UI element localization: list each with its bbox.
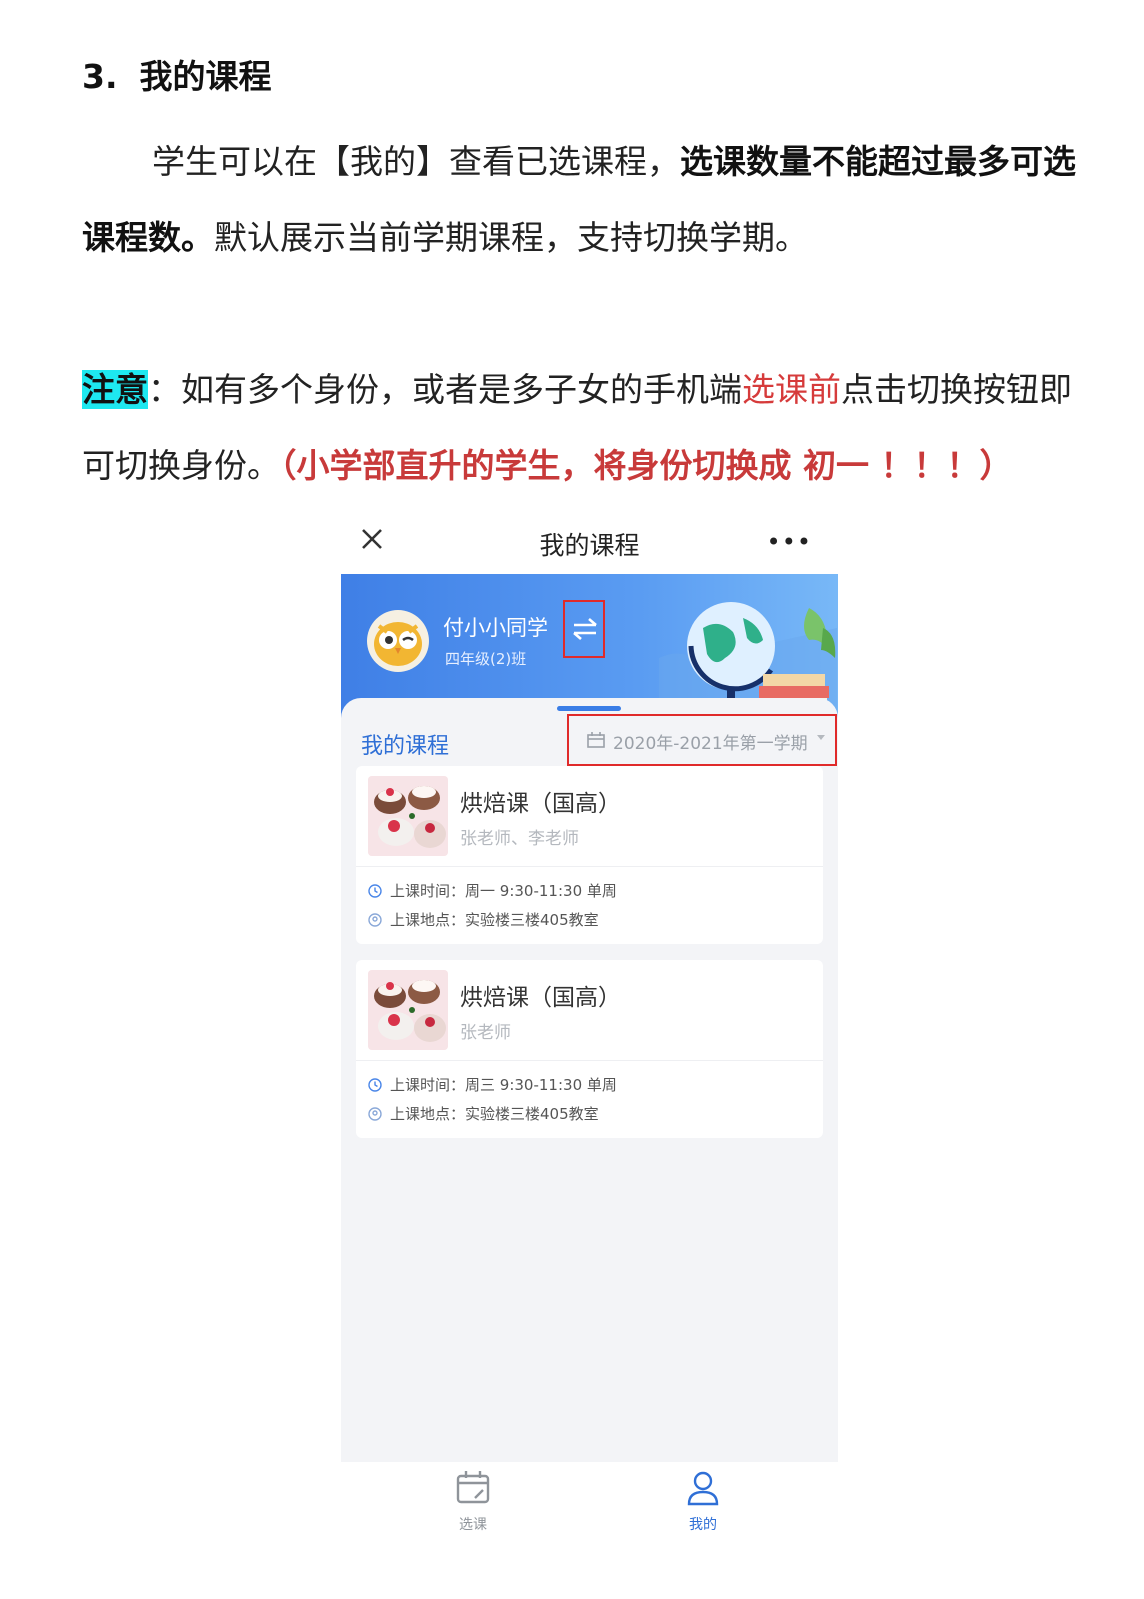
switch-identity-button[interactable] <box>563 600 605 658</box>
intro-text-2: 默认展示当前学期课程，支持切换学期。 <box>214 218 808 257</box>
section-number: 3. <box>82 57 118 96</box>
tab-label: 选课 <box>459 1517 487 1533</box>
note-highlight: 注意 <box>82 370 148 409</box>
student-class: 四年级(2)班 <box>445 650 527 668</box>
app-topbar: 我的课程 ••• <box>341 508 838 574</box>
tab-label: 我的 <box>689 1517 717 1533</box>
time-value: 周一 9:30-11:30 单周 <box>465 882 617 900</box>
topbar-title: 我的课程 <box>539 531 640 560</box>
course-thumbnail <box>368 776 448 856</box>
time-label: 上课时间： <box>390 1076 466 1094</box>
time-value: 周三 9:30-11:30 单周 <box>465 1076 617 1094</box>
section-title: 我的课程 <box>139 57 272 96</box>
place-label: 上课地点： <box>390 911 466 929</box>
course-name: 烘焙课（国高） <box>460 791 621 817</box>
tab-select-course[interactable]: 选课 <box>433 1468 513 1534</box>
chevron-down-icon <box>817 735 825 740</box>
location-icon <box>368 1107 382 1121</box>
course-place: 上课地点：实验楼三楼405教室 <box>368 909 599 930</box>
note-text-3: 可切换身份。 <box>82 446 280 485</box>
card-divider <box>356 1060 823 1061</box>
user-icon <box>687 1471 719 1506</box>
intro-text: 学生可以在【我的】查看已选课程， <box>152 142 680 181</box>
course-sheet: 我的课程 2020年-2021年第一学期 烘焙课（国高） 张老师、李老师 上课时… <box>341 698 838 1478</box>
course-card[interactable]: 烘焙课（国高） 张老师 上课时间：周三 9:30-11:30 单周 上课地点：实… <box>356 960 823 1138</box>
course-time: 上课时间：周三 9:30-11:30 单周 <box>368 1074 617 1095</box>
note-red-2: （小学部直升的学生，将身份切换成 初一 ！！！） <box>280 446 1013 485</box>
location-icon <box>368 913 382 927</box>
time-label: 上课时间： <box>390 882 466 900</box>
course-teachers: 张老师、李老师 <box>460 829 579 849</box>
note-text-2: 点击切换按钮即 <box>841 370 1072 409</box>
sheet-handle[interactable] <box>557 706 621 711</box>
paragraph-intro: 学生可以在【我的】查看已选课程，选课数量不能超过最多可选 课程数。默认展示当前学… <box>82 140 1112 260</box>
student-name: 付小小同学 <box>443 616 548 640</box>
note-red-1: 选课前 <box>742 370 841 409</box>
my-courses-title: 我的课程 <box>361 734 450 759</box>
course-thumbnail <box>368 970 448 1050</box>
place-value: 实验楼三楼405教室 <box>465 1105 599 1123</box>
clock-icon <box>368 1078 382 1092</box>
bottom-tabbar: 选课 我的 <box>341 1462 838 1554</box>
section-heading: 3. 我的课程 <box>82 50 272 98</box>
course-time: 上课时间：周一 9:30-11:30 单周 <box>368 880 617 901</box>
course-teachers: 张老师 <box>460 1023 511 1043</box>
term-selector[interactable]: 2020年-2021年第一学期 <box>567 714 837 766</box>
tab-mine[interactable]: 我的 <box>663 1468 743 1534</box>
calendar-small-icon <box>587 732 605 748</box>
calendar-icon <box>456 1471 490 1504</box>
more-icon[interactable]: ••• <box>767 528 812 556</box>
term-label: 2020年-2021年第一学期 <box>613 734 808 754</box>
note-text-1: ：如有多个身份，或者是多子女的手机端 <box>148 370 742 409</box>
intro-bold-1: 选课数量不能超过最多可选 <box>680 142 1076 181</box>
course-place: 上课地点：实验楼三楼405教室 <box>368 1103 599 1124</box>
paragraph-note: 注意：如有多个身份，或者是多子女的手机端选课前点击切换按钮即 可切换身份。（小学… <box>82 368 1112 488</box>
course-card[interactable]: 烘焙课（国高） 张老师、李老师 上课时间：周一 9:30-11:30 单周 上课… <box>356 766 823 944</box>
swap-arrows-icon <box>573 618 597 640</box>
place-label: 上课地点： <box>390 1105 466 1123</box>
course-name: 烘焙课（国高） <box>460 985 621 1011</box>
phone-screenshot: 我的课程 ••• 付小小同学 四年级(2)班 我的课程 2020年-2021年第… <box>341 508 838 1554</box>
intro-bold-2: 课程数。 <box>82 218 214 257</box>
card-divider <box>356 866 823 867</box>
place-value: 实验楼三楼405教室 <box>465 911 599 929</box>
owl-avatar <box>367 610 429 672</box>
clock-icon <box>368 884 382 898</box>
